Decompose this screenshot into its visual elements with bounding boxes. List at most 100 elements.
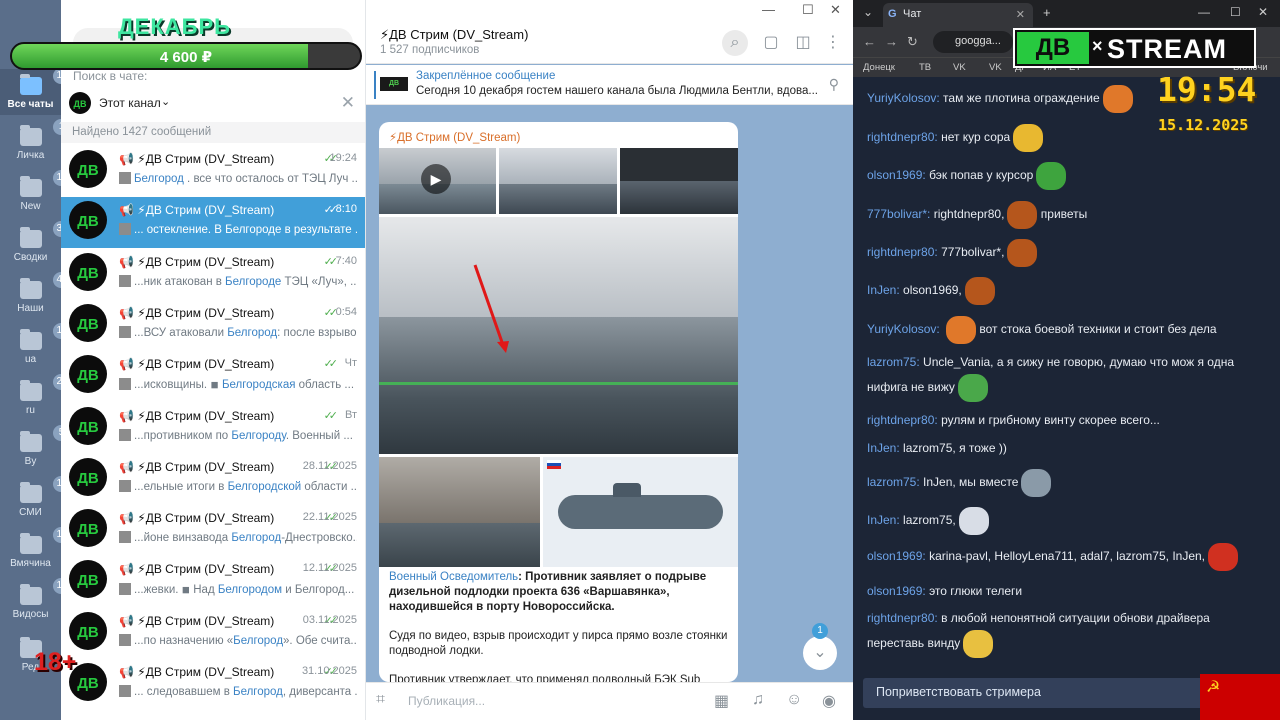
chat-nickname[interactable]: rightdnepr80: — [867, 611, 938, 625]
chat-nickname[interactable]: olson1969: — [867, 584, 926, 598]
emote-icon — [964, 277, 995, 305]
chat-header[interactable]: ⚡ДВ Стрим (DV_Stream) 1 527 подписчиков … — [366, 22, 853, 64]
bell-icon[interactable]: ♫ — [752, 691, 764, 709]
search-result-row[interactable]: ДВ 📢 ⚡ДВ Стрим (DV_Stream) ✓✓ 03.11.2025...… — [61, 608, 365, 659]
more-menu-icon[interactable]: ⋮ — [820, 30, 846, 56]
submarine-diagram[interactable] — [543, 457, 738, 567]
folder-5[interactable]: 13 ua — [0, 323, 72, 365]
composer[interactable]: ⌗ Публикация... ▦ ♫ ☺ ◉ — [366, 682, 853, 720]
close-tab-icon[interactable]: ✕ — [1016, 8, 1025, 21]
close-icon[interactable]: ✕ — [341, 93, 355, 113]
folder-icon: 160 — [19, 170, 78, 197]
chat-message: lazrom75: InJen, мы вместе — [867, 469, 1257, 497]
folder-4[interactable]: 46 Наши — [0, 272, 72, 314]
chat-nickname[interactable]: InJen: — [867, 441, 900, 455]
chat-nickname[interactable]: olson1969: — [867, 168, 926, 182]
search-result-row[interactable]: ДВ 📢 ⚡ДВ Стрим (DV_Stream) ✓✓ 19:24 Белгород… — [61, 146, 365, 197]
reload-icon[interactable]: ↻ — [907, 34, 918, 50]
maximize-icon[interactable]: ☐ — [802, 2, 814, 18]
search-result-row[interactable]: ДВ 📢 ⚡ДВ Стрим (DV_Stream) ✓✓ 7:40 ...ник ат… — [61, 249, 365, 300]
attach-icon[interactable]: ⌗ — [376, 691, 385, 709]
folder-3[interactable]: 32 Сводки — [0, 221, 72, 263]
logo-stream: STREAM — [1107, 34, 1227, 64]
search-result-row[interactable]: ДВ 📢 ⚡ДВ Стрим (DV_Stream) ✓✓ Вт ...противни… — [61, 403, 365, 454]
search-result-row[interactable]: ДВ 📢 ⚡ДВ Стрим (DV_Stream) ✓✓ 28.11.2025...… — [61, 454, 365, 505]
new-tab-icon[interactable]: + — [1043, 5, 1051, 20]
snippet-highlight: Белгород — [233, 686, 283, 698]
chat-nickname[interactable]: rightdnepr80: — [867, 245, 938, 259]
tab-search-icon[interactable]: ⌄ — [863, 5, 873, 19]
read-checks-icon: ✓✓ — [323, 255, 339, 268]
close-window-icon[interactable]: ✕ — [830, 2, 841, 18]
schedule-icon[interactable]: ▦ — [714, 691, 729, 711]
chat-nickname[interactable]: YuriyKolosov: — [867, 322, 940, 336]
maximize-icon[interactable]: ☐ — [1230, 5, 1241, 19]
svg-text:ДВ: ДВ — [77, 162, 99, 179]
folder-1[interactable]: 1 Личка — [0, 119, 71, 161]
close-window-icon[interactable]: ✕ — [1258, 5, 1268, 19]
goal-month: ДЕКАБРЬ — [118, 14, 231, 39]
search-result-row[interactable]: ДВ 📢 ⚡ДВ Стрим (DV_Stream) ✓✓ 0:54 ...ВСУ ат… — [61, 300, 365, 351]
snippet-text: ...жевки. ◾ Над — [134, 584, 218, 597]
folder-7[interactable]: 5 By — [0, 425, 71, 467]
video-thumbnail[interactable]: ▶ — [379, 148, 496, 214]
photo-thumbnail[interactable] — [499, 148, 617, 214]
folder-2[interactable]: 160 New — [0, 170, 78, 212]
folder-9[interactable]: 17 Вмячина — [0, 527, 72, 569]
chat-nickname[interactable]: YuriyKolosov: — [867, 91, 940, 105]
snippet-text: ... остекление. В Белгороде в результате… — [134, 224, 357, 237]
address-bar[interactable]: googga... — [933, 31, 1013, 53]
emoji-icon[interactable]: ☺ — [786, 691, 802, 709]
message-input[interactable]: Публикация... — [408, 694, 485, 708]
folder-icon: 5 — [19, 425, 71, 452]
search-result-row[interactable]: ДВ 📢 ⚡ДВ Стрим (DV_Stream) ✓✓ Чт ...исковщин… — [61, 351, 365, 402]
result-time: Вт — [344, 408, 357, 421]
chat-nickname[interactable]: InJen: — [867, 283, 900, 297]
explosion-photo[interactable] — [379, 457, 540, 567]
chevron-down-icon[interactable]: ⌄ — [161, 95, 170, 108]
search-result-row[interactable]: ДВ 📢 ⚡ДВ Стрим (DV_Stream) ✓✓ 22.11.2025...… — [61, 505, 365, 556]
pin-list-icon[interactable]: ⚲ — [829, 76, 839, 93]
minimize-icon[interactable]: — — [1198, 5, 1210, 19]
emote-icon — [1036, 162, 1067, 190]
folder-8[interactable]: 13 СМИ — [0, 476, 72, 518]
pinned-message-bar[interactable]: ДВ Закреплённое сообщение Сегодня 10 дек… — [366, 65, 853, 105]
search-icon[interactable]: ⌕ — [722, 30, 748, 56]
media-thumb — [119, 583, 131, 596]
source-link[interactable]: Военный Осведомитель — [389, 571, 518, 583]
photo-thumbnail[interactable] — [620, 148, 738, 214]
search-result-row[interactable]: ДВ 📢 ⚡ДВ Стрим (DV_Stream) ✓✓ 8:10 ... остек… — [61, 197, 365, 249]
camera-icon[interactable]: ◉ — [822, 691, 836, 711]
main-photo[interactable] — [379, 217, 738, 454]
scroll-down-button[interactable]: ⌄ — [803, 636, 837, 670]
bookmark-item[interactable]: Донецк — [863, 62, 895, 73]
svg-text:ДВ: ДВ — [77, 521, 99, 538]
folder-0[interactable]: 178 Все чаты — [0, 68, 78, 115]
chat-nickname[interactable]: olson1969: — [867, 549, 926, 563]
bookmark-item[interactable]: VK — [953, 62, 966, 73]
chat-nickname[interactable]: 777bolivar*: — [867, 207, 930, 221]
folder-10[interactable]: 10 Видосы — [0, 578, 72, 620]
back-icon[interactable]: ← — [863, 34, 876, 49]
chat-nickname[interactable]: lazrom75: — [867, 475, 920, 489]
sidebar-toggle-icon[interactable]: ◫ — [790, 30, 816, 56]
bookmark-item[interactable]: VK — [989, 62, 1002, 73]
search-result-row[interactable]: ДВ 📢 ⚡ДВ Стрим (DV_Stream) ✓✓ 12.11.2025...… — [61, 556, 365, 607]
chat-nickname[interactable]: InJen: — [867, 513, 900, 527]
chat-nickname[interactable]: lazrom75: — [867, 355, 920, 369]
channel-filter[interactable]: ДВ Этот канал ⌄ ✕ — [69, 92, 359, 116]
chat-nickname[interactable]: rightdnepr80: — [867, 130, 938, 144]
arrow-annotation — [473, 264, 509, 353]
result-time: 8:10 — [335, 203, 357, 216]
tab-chat[interactable]: G Чат ✕ — [883, 3, 1033, 27]
folder-6[interactable]: 27 ru — [0, 374, 72, 416]
chat-nickname[interactable]: rightdnepr80: — [867, 413, 938, 427]
forward-icon[interactable]: → — [885, 34, 898, 49]
chat-text: InJen, мы вместе — [923, 475, 1019, 490]
minimize-icon[interactable]: — — [762, 2, 775, 17]
live-stream-icon[interactable]: ▢ — [758, 30, 784, 56]
search-result-row[interactable]: ДВ 📢 ⚡ДВ Стрим (DV_Stream) ✓✓ 31.10.2025...… — [61, 659, 365, 710]
play-icon[interactable]: ▶ — [421, 164, 451, 194]
bookmark-item[interactable]: ТВ — [919, 62, 931, 73]
snippet-text: ...ВСУ атаковали — [134, 326, 228, 339]
